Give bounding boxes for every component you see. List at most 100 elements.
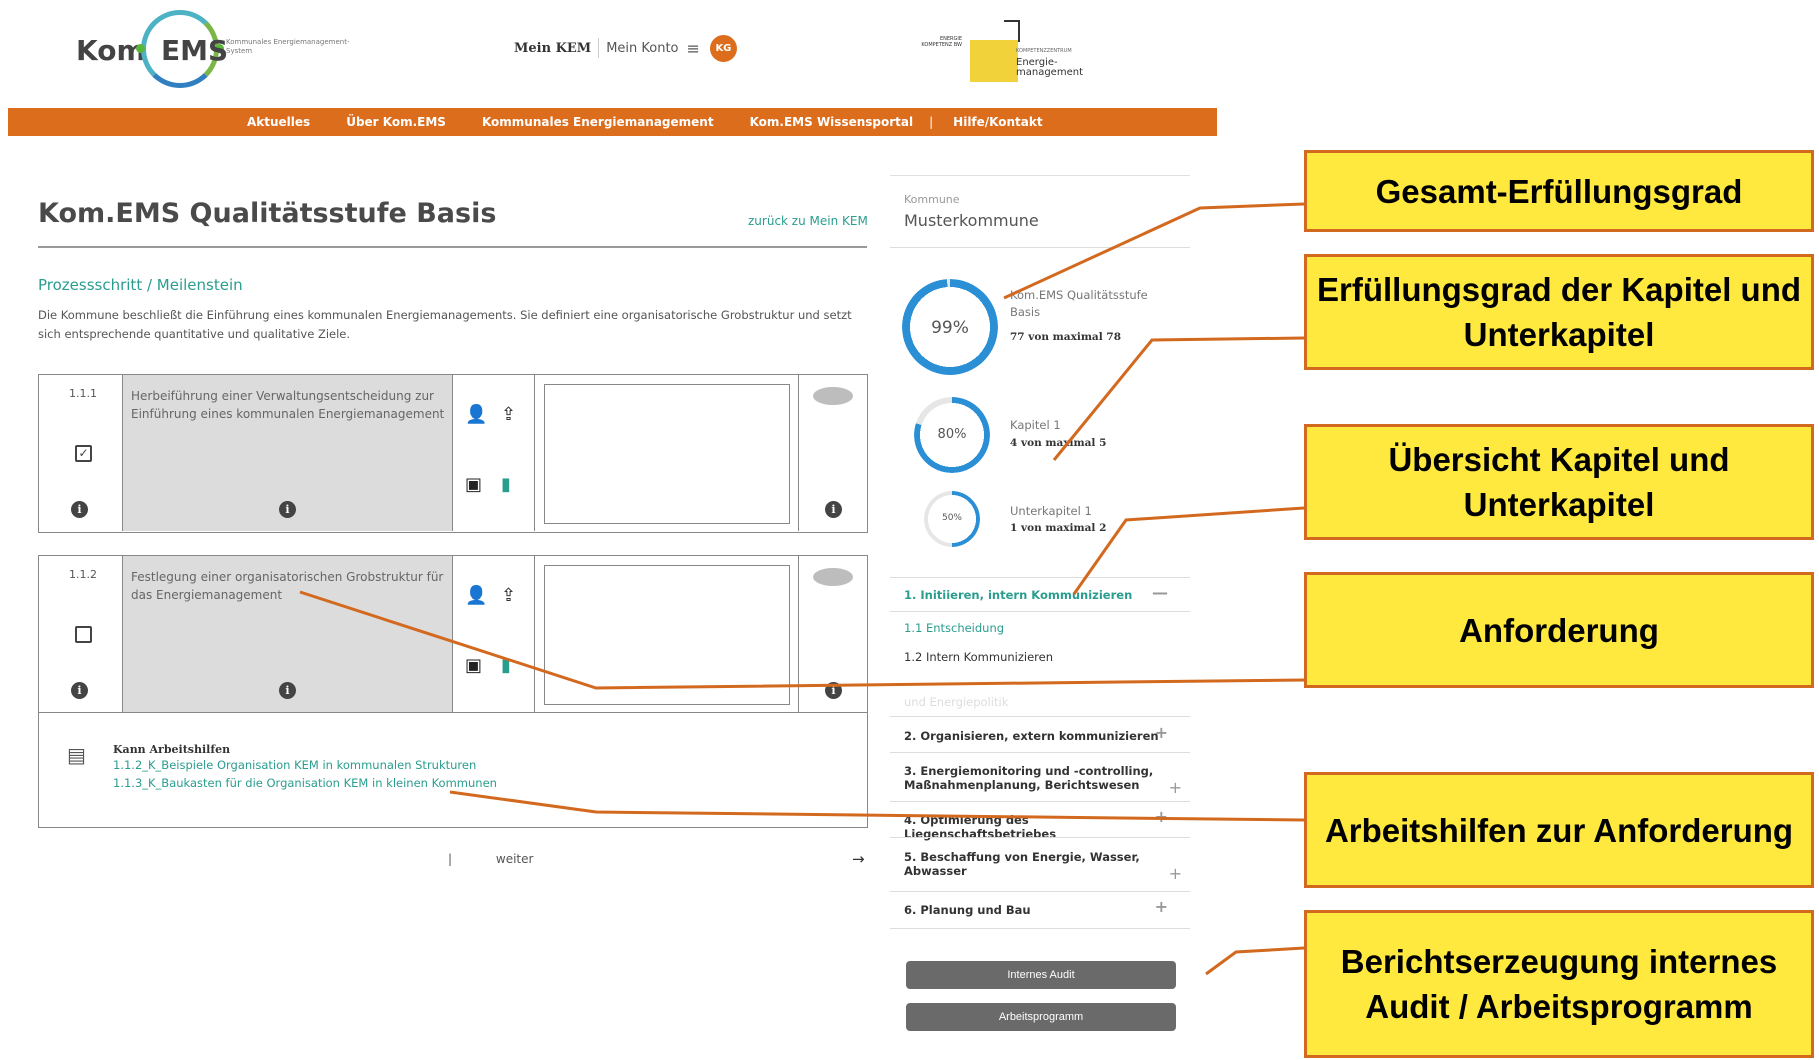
back-to-mein-kem-link[interactable]: zurück zu Mein KEM: [748, 214, 868, 228]
subchapter-label: Unterkapitel 1: [1010, 504, 1092, 518]
comment-icon[interactable]: [813, 387, 853, 405]
requirement-number-cell: 1.1.2 i: [39, 556, 123, 712]
overall-count: 77 von maximal 78: [1010, 331, 1121, 343]
section-description: Die Kommune beschließt die Einführung ei…: [38, 308, 852, 341]
sidebar-divider: [890, 891, 1190, 892]
nav-hilfe-kontakt[interactable]: Hilfe/Kontakt: [953, 115, 1042, 129]
callout-anforderung: Anforderung: [1304, 572, 1814, 688]
expand-icon[interactable]: +: [1169, 864, 1182, 883]
requirement-text-cell: Festlegung einer organisatorischen Grobs…: [123, 556, 453, 712]
requirement-row: 1.1.1 ✓ i Herbeiführung einer Verwaltung…: [39, 375, 867, 531]
info-icon[interactable]: i: [279, 682, 296, 699]
sidebar-divider: [890, 247, 1190, 248]
requirement-checkbox-checked[interactable]: ✓: [75, 445, 92, 462]
requirement-number: 1.1.2: [69, 568, 97, 581]
sidebar-divider: [890, 577, 1190, 578]
arbeitsprogramm-button[interactable]: Arbeitsprogramm: [906, 1003, 1176, 1031]
sidebar-divider: [890, 928, 1190, 929]
pager-separator: |: [448, 852, 453, 866]
partner-kompetenz: KOMPETENZZENTRUM: [1016, 48, 1072, 54]
requirement-comment-cell: i: [799, 375, 867, 531]
logo-kom-text: Kom: [76, 34, 146, 67]
partner-small-text: ENERGIE KOMPETENZ BW: [921, 36, 962, 48]
calendar-icon[interactable]: ▣: [465, 656, 482, 676]
avatar[interactable]: KG: [709, 34, 737, 62]
info-icon[interactable]: i: [825, 682, 842, 699]
commune-name: Musterkommune: [904, 211, 1039, 230]
document-icon: ▤: [67, 743, 86, 767]
requirement-text: Herbeiführung einer Verwaltungsentscheid…: [131, 389, 445, 421]
info-icon[interactable]: i: [71, 682, 88, 699]
arrow-right-icon[interactable]: →: [852, 850, 865, 868]
subchapter-item-1-1[interactable]: 1.1 Entscheidung: [904, 621, 1004, 635]
section-title: Prozessschritt / Meilenstein: [38, 276, 243, 294]
callout-erfuellungsgrad-kapitel: Erfüllungsgrad der Kapitel und Unterkapi…: [1304, 254, 1814, 370]
comment-icon[interactable]: [813, 568, 853, 586]
subchapter-item-faded: und Energiepolitik: [904, 695, 1009, 709]
info-icon[interactable]: i: [825, 501, 842, 518]
person-icon[interactable]: 👤: [465, 405, 487, 425]
logo-subtitle: Kommunales Energiemanagement-System: [226, 38, 350, 55]
chapter-item-6[interactable]: 6. Planung und Bau +: [904, 899, 1176, 918]
helper-link[interactable]: 1.1.3_K_Baukasten für die Organisation K…: [113, 776, 497, 790]
commune-label: Kommune: [904, 193, 960, 206]
info-icon[interactable]: i: [71, 501, 88, 518]
expand-icon[interactable]: +: [1169, 778, 1182, 797]
requirement-note-field[interactable]: [544, 565, 790, 705]
nav-ueber-komems[interactable]: Über Kom.EMS: [346, 115, 446, 129]
overall-percent: 99%: [931, 318, 969, 338]
hamburger-icon[interactable]: ≡: [687, 39, 700, 58]
mein-kem-link[interactable]: Mein KEM: [514, 41, 591, 56]
requirement-note-field[interactable]: [544, 384, 790, 524]
chapter-label: 5. Beschaffung von Energie, Wasser, Abwa…: [904, 850, 1140, 878]
chapter-item-3[interactable]: 3. Energiemonitoring und -controlling, M…: [904, 764, 1154, 792]
progress-sidebar: Kommune Musterkommune 99% Kom.EMS Qualit…: [890, 175, 1190, 1045]
main-navigation: Aktuelles Über Kom.EMS Kommunales Energi…: [8, 108, 1217, 136]
upload-icon[interactable]: ⇪: [501, 586, 516, 606]
book-icon[interactable]: ▮: [501, 656, 511, 676]
sidebar-divider: [890, 611, 1190, 612]
pager-next-label[interactable]: weiter: [496, 852, 534, 866]
requirement-row: 1.1.2 i Festlegung einer organisatorisch…: [39, 556, 867, 712]
nav-wissensportal[interactable]: Kom.EMS Wissensportal: [750, 115, 914, 129]
helpers-title: Kann Arbeitshilfen: [113, 743, 231, 756]
leader-line: [1205, 946, 1305, 976]
collapse-icon[interactable]: —: [1152, 585, 1168, 601]
requirement-text-cell: Herbeiführung einer Verwaltungsentscheid…: [123, 375, 453, 531]
callout-uebersicht-kapitel: Übersicht Kapitel und Unterkapitel: [1304, 424, 1814, 540]
chapter-label: 1. Initiieren, intern Kommunizieren: [904, 588, 1133, 602]
person-icon[interactable]: 👤: [465, 586, 487, 606]
partner-logo-mark: [970, 40, 1018, 82]
helper-link[interactable]: 1.1.2_K_Beispiele Organisation KEM in ko…: [113, 758, 476, 772]
requirement-card: 1.1.1 ✓ i Herbeiführung einer Verwaltung…: [38, 374, 868, 533]
komems-logo[interactable]: Kom EMS Kommunales Energiemanagement-Sys…: [76, 8, 406, 90]
calendar-icon[interactable]: ▣: [465, 475, 482, 495]
internes-audit-button[interactable]: Internes Audit: [906, 961, 1176, 989]
subchapter-percent: 50%: [941, 513, 962, 523]
chapter-percent: 80%: [937, 427, 967, 442]
callout-gesamt-erfuellungsgrad: Gesamt-Erfüllungsgrad: [1304, 150, 1814, 232]
expand-icon[interactable]: +: [1155, 809, 1168, 825]
requirement-note-cell: [535, 375, 799, 531]
nav-kommunales-energiemanagement[interactable]: Kommunales Energiemanagement: [482, 115, 714, 129]
nav-separator: |: [929, 115, 934, 129]
sidebar-divider: [890, 837, 1190, 838]
requirement-actions: 👤 ⇪ ▣ ▮: [453, 375, 535, 531]
info-icon[interactable]: i: [279, 501, 296, 518]
requirement-checkbox-unchecked[interactable]: [75, 626, 92, 643]
subchapter-item-1-2[interactable]: 1.2 Intern Kommunizieren: [904, 650, 1053, 664]
expand-icon[interactable]: +: [1155, 899, 1168, 915]
book-icon[interactable]: ▮: [501, 475, 511, 495]
mein-konto-link[interactable]: Mein Konto: [606, 41, 678, 56]
upload-icon[interactable]: ⇪: [501, 405, 516, 425]
sidebar-divider: [890, 752, 1190, 753]
nav-aktuelles[interactable]: Aktuelles: [247, 115, 310, 129]
topnav-divider: [598, 38, 600, 58]
chapter-label: 2. Organisieren, extern kommunizieren: [904, 729, 1159, 743]
chapter-item-1[interactable]: 1. Initiieren, intern Kommunizieren —: [904, 585, 1176, 603]
chapter-item-2[interactable]: 2. Organisieren, extern kommunizieren +: [904, 725, 1176, 744]
partner-line2: management: [1016, 67, 1083, 78]
requirement-note-cell: [535, 556, 799, 712]
expand-icon[interactable]: +: [1155, 725, 1168, 741]
chapter-item-5[interactable]: 5. Beschaffung von Energie, Wasser, Abwa…: [904, 850, 1154, 878]
